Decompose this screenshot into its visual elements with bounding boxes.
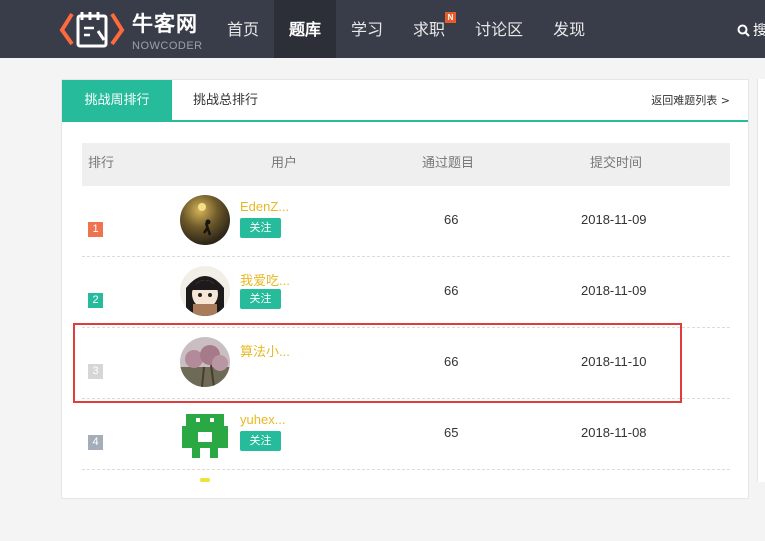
rank-badge: 4: [88, 435, 103, 450]
nav-item-home[interactable]: 首页: [212, 0, 274, 58]
tab-total-ranking[interactable]: 挑战总排行: [193, 80, 258, 122]
nav-label: 求职: [413, 20, 446, 39]
header-rank: 排行: [88, 156, 115, 171]
header-time: 提交时间: [590, 156, 643, 171]
main-nav: 首页 题库 学习 求职 N 讨论区 发现: [212, 0, 600, 58]
avatar-image: [180, 337, 230, 387]
brand-name[interactable]: 牛客网: [132, 8, 198, 38]
nav-label: 题库: [289, 20, 322, 39]
header-passed: 通过题目: [422, 156, 475, 171]
nav-item-discuss[interactable]: 讨论区: [460, 0, 538, 58]
tab-weekly-ranking[interactable]: 挑战周排行: [62, 80, 172, 122]
nowcoder-logo-icon[interactable]: [58, 8, 128, 52]
table-row: 2 我爱吃... 关注 66 2018-11-09: [82, 257, 730, 328]
submit-time: 2018-11-08: [581, 425, 647, 440]
username-link[interactable]: EdenZ...: [240, 199, 289, 214]
partial-avatar: [200, 478, 210, 482]
rank-badge: 2: [88, 293, 103, 308]
follow-button[interactable]: 关注: [240, 218, 281, 238]
avatar[interactable]: [180, 195, 230, 245]
nav-item-question-bank[interactable]: 题库: [274, 0, 337, 58]
nav-item-discover[interactable]: 发现: [538, 0, 600, 58]
table-row-partial: [82, 470, 730, 541]
rank-badge: 1: [88, 222, 103, 237]
nav-item-jobs[interactable]: 求职 N: [398, 0, 460, 58]
nav-label: 讨论区: [475, 20, 524, 39]
follow-button[interactable]: 关注: [240, 289, 281, 309]
search-label: 搜: [753, 23, 765, 39]
follow-button[interactable]: 关注: [240, 431, 281, 451]
username-link[interactable]: yuhex...: [240, 412, 286, 427]
avatar-image: [180, 195, 230, 245]
username-link[interactable]: 我爱吃...: [240, 270, 290, 289]
nav-label: 发现: [553, 20, 586, 39]
search-icon: [737, 24, 750, 37]
table-row: 3 算法小... 66 2018-11-10: [82, 328, 730, 399]
ranking-tabs: 挑战周排行 挑战总排行 返回难题列表 >: [62, 80, 748, 122]
table-header: 排行 用户 通过题目 提交时间: [82, 143, 730, 186]
nav-label: 学习: [351, 20, 384, 39]
header-user: 用户: [271, 156, 298, 171]
nav-item-learn[interactable]: 学习: [336, 0, 398, 58]
passed-count: 66: [444, 212, 459, 227]
avatar[interactable]: [180, 266, 230, 316]
top-navbar: 牛客网 NOWCODER 首页 题库 学习 求职 N 讨论区 发现 搜: [0, 0, 765, 58]
table-row: 1 EdenZ... 关注 66 2018-11-09: [82, 186, 730, 257]
passed-count: 66: [444, 354, 459, 369]
avatar-image: [180, 266, 230, 316]
ranking-card: 挑战周排行 挑战总排行 返回难题列表 > 排行 用户 通过题目 提交时间 1 E…: [61, 79, 749, 499]
android-avatar-image: [180, 408, 230, 458]
passed-count: 65: [444, 425, 459, 440]
avatar[interactable]: [180, 337, 230, 387]
back-to-list-link[interactable]: 返回难题列表 >: [651, 80, 730, 122]
rank-badge: 3: [88, 364, 103, 379]
nav-label: 首页: [227, 20, 260, 39]
search-button[interactable]: 搜: [737, 20, 765, 40]
submit-time: 2018-11-10: [581, 354, 647, 369]
passed-count: 66: [444, 283, 459, 298]
brand-subtitle: NOWCODER: [132, 40, 203, 52]
table-row: 4 yuhex... 关注 65 2018-11-08: [82, 399, 730, 470]
submit-time: 2018-11-09: [581, 212, 647, 227]
avatar[interactable]: [180, 408, 230, 458]
new-badge: N: [445, 12, 457, 23]
right-panel-edge: [757, 79, 765, 482]
submit-time: 2018-11-09: [581, 283, 647, 298]
username-link[interactable]: 算法小...: [240, 341, 290, 360]
ranking-table: 排行 用户 通过题目 提交时间 1 EdenZ... 关注 66 2018-11…: [82, 143, 730, 541]
